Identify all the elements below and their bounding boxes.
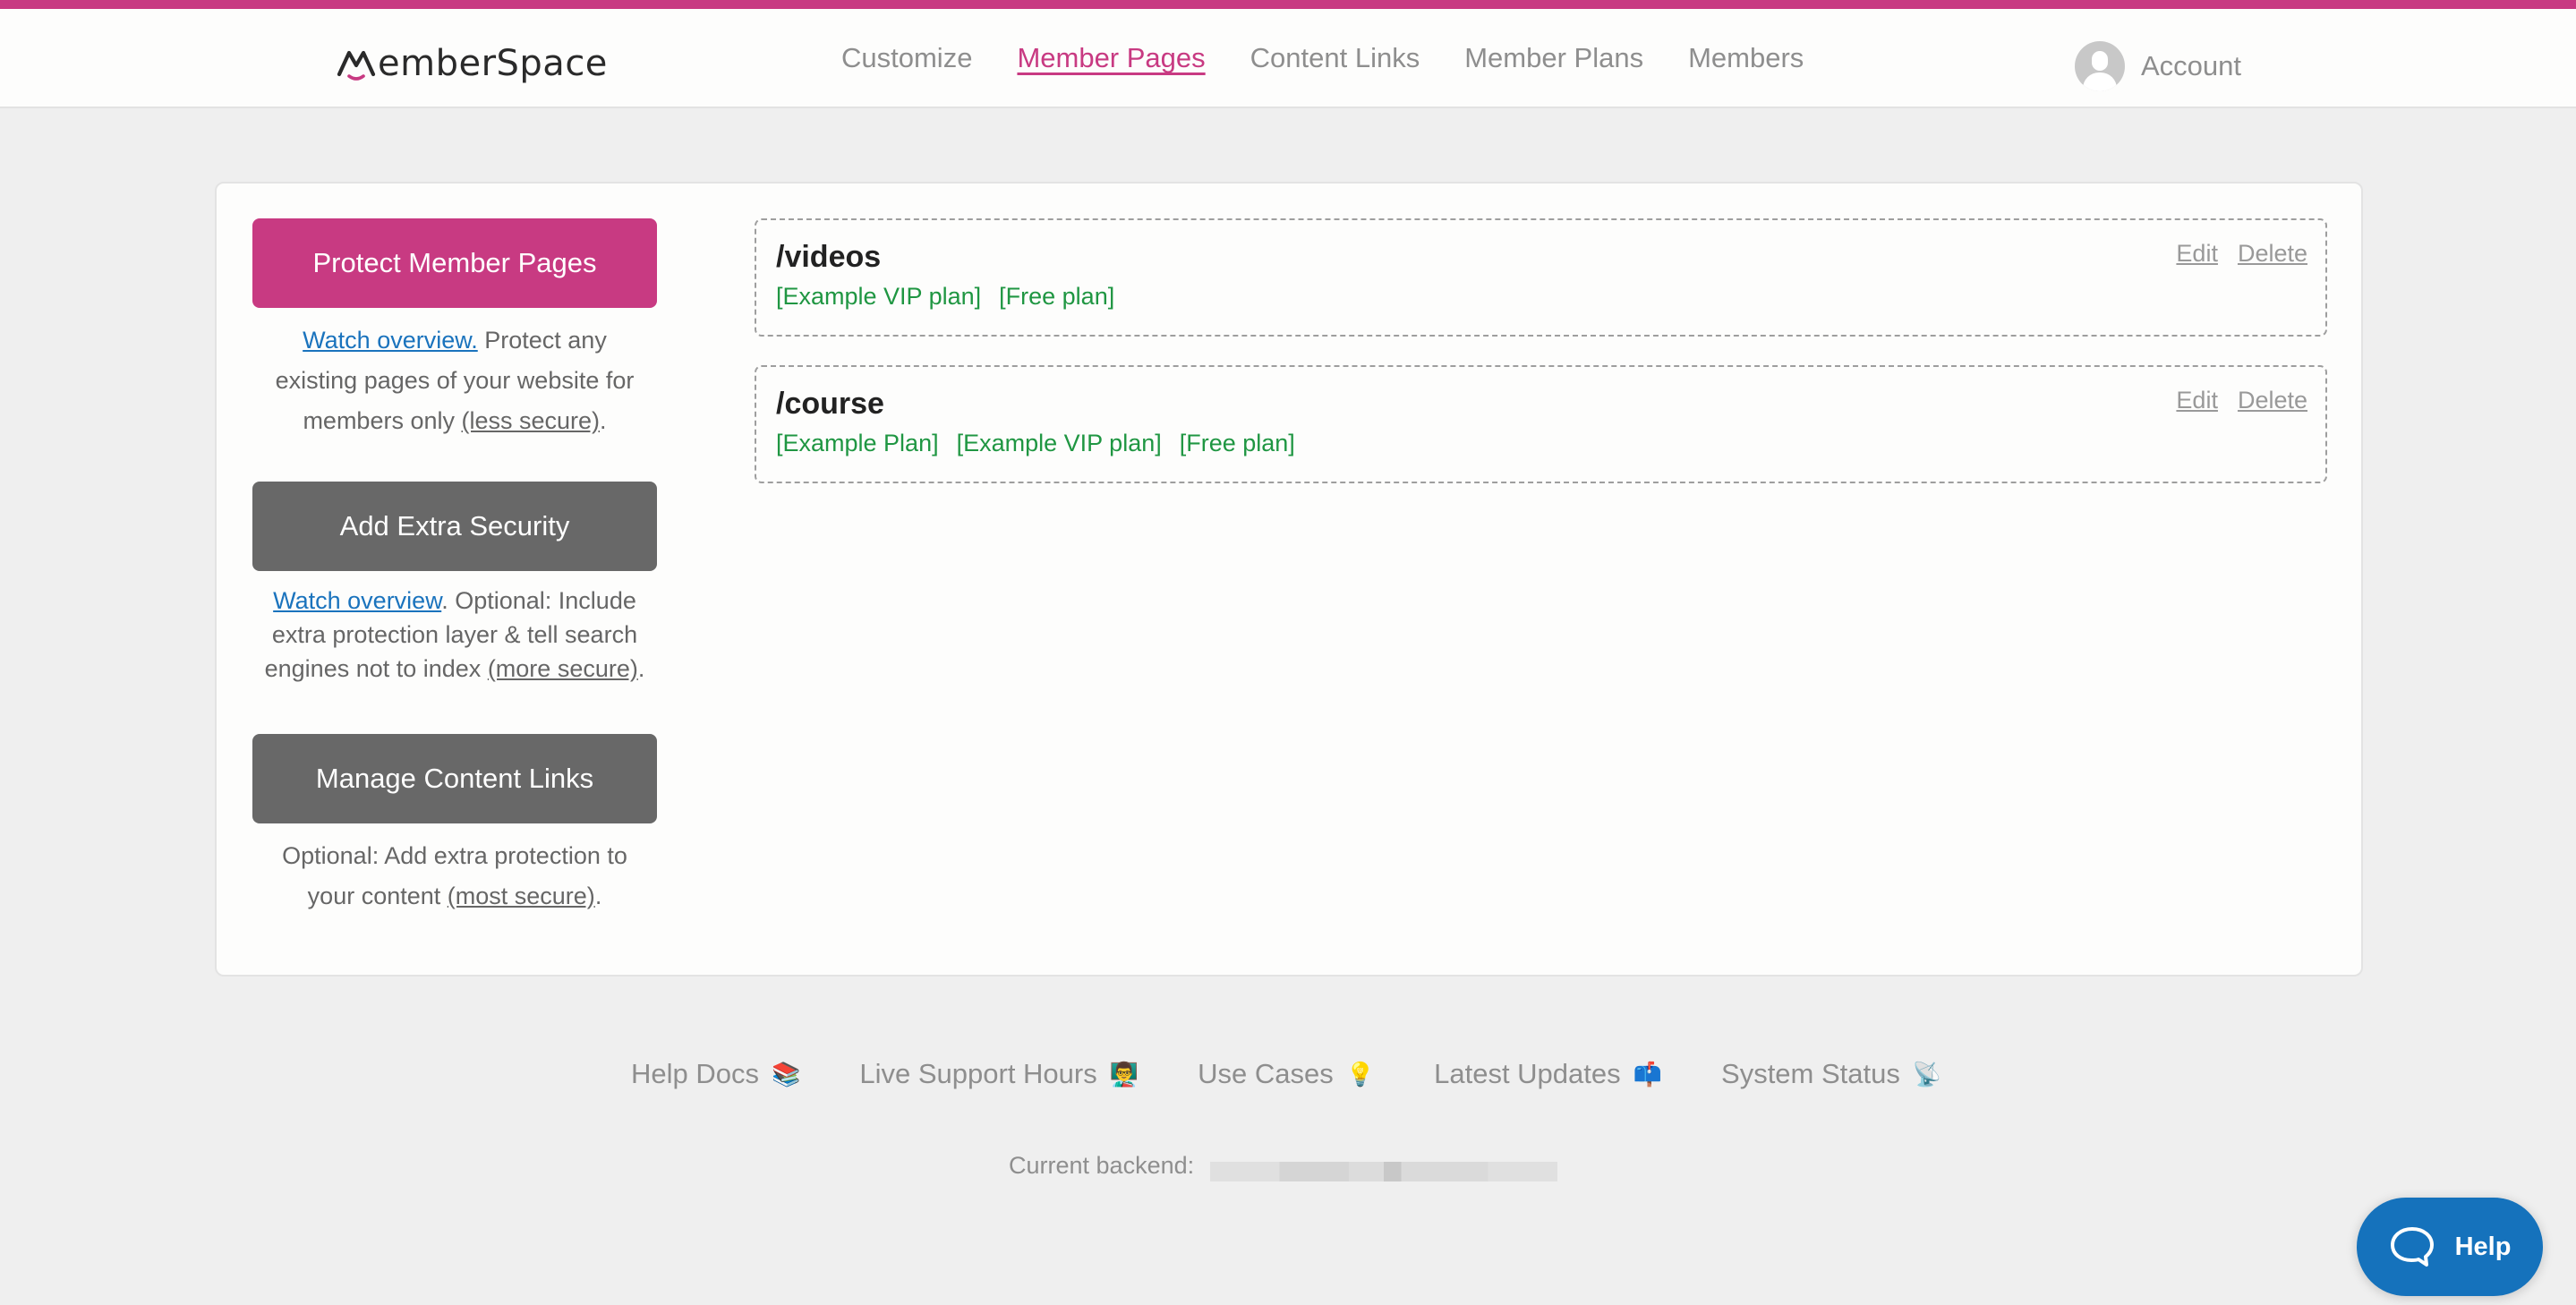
use-cases-link[interactable]: Use Cases 💡 (1198, 1058, 1375, 1090)
live-support-hours-link[interactable]: Live Support Hours 👨‍🏫 (859, 1058, 1139, 1090)
help-label: Help (2454, 1232, 2512, 1261)
plan-tags: [Example VIP plan] [Free plan] (776, 279, 2306, 313)
main-nav: Customize Member Pages Content Links Mem… (841, 38, 1804, 79)
protect-pages-block: Protect Member Pages Watch overview. Pro… (252, 218, 657, 441)
actions-column: Protect Member Pages Watch overview. Pro… (252, 218, 657, 909)
teacher-icon: 👨‍🏫 (1109, 1060, 1139, 1088)
content-links-description: Optional: Add extra protection to your c… (282, 842, 627, 909)
watch-overview-link[interactable]: Watch overview (273, 587, 441, 614)
edit-link[interactable]: Edit (2176, 240, 2218, 268)
logo-text: emberSpace (378, 43, 608, 84)
books-icon: 📚 (772, 1060, 801, 1088)
account-label: Account (2141, 50, 2242, 81)
mailbox-icon: 📫 (1633, 1060, 1663, 1088)
chat-bubble-icon (2390, 1227, 2434, 1267)
page-path: /course (776, 387, 884, 421)
satellite-dish-icon: 📡 (1912, 1060, 1942, 1088)
plan-tag: [Free plan] (999, 283, 1115, 310)
backend-value-redacted (1210, 1162, 1558, 1181)
member-pages-card: Protect Member Pages Watch overview. Pro… (215, 182, 2363, 977)
nav-member-plans[interactable]: Member Plans (1464, 38, 1643, 79)
manage-content-links-button[interactable]: Manage Content Links (252, 734, 657, 823)
current-backend: Current backend: (1009, 1149, 1558, 1181)
protected-page-entry: /course [Example Plan] [Example VIP plan… (755, 365, 2327, 483)
help-docs-link[interactable]: Help Docs 📚 (631, 1058, 800, 1090)
plan-tag: [Example VIP plan] (956, 430, 1162, 456)
header: emberSpace Customize Member Pages Conten… (0, 9, 2576, 108)
add-extra-security-button[interactable]: Add Extra Security (252, 482, 657, 571)
page-path: /videos (776, 240, 882, 274)
nav-customize[interactable]: Customize (841, 38, 972, 79)
delete-link[interactable]: Delete (2238, 240, 2307, 268)
user-avatar-icon (2075, 41, 2125, 91)
nav-members[interactable]: Members (1688, 38, 1804, 79)
entry-actions: Edit Delete (2176, 387, 2307, 414)
extra-security-block: Add Extra Security Watch overview. Optio… (252, 482, 657, 686)
edit-link[interactable]: Edit (2176, 387, 2218, 414)
plan-tag: [Free plan] (1179, 430, 1295, 456)
top-accent-bar (0, 0, 2576, 9)
account-menu[interactable]: Account (2075, 41, 2241, 91)
logo-mark-icon (337, 50, 376, 81)
nav-content-links[interactable]: Content Links (1250, 38, 1420, 79)
lightbulb-icon: 💡 (1345, 1060, 1376, 1088)
backend-label: Current backend: (1009, 1151, 1195, 1179)
most-secure-link[interactable]: (most secure) (448, 883, 595, 909)
more-secure-link[interactable]: (more secure) (488, 655, 638, 682)
entry-actions: Edit Delete (2176, 240, 2307, 268)
footer-links: Help Docs 📚 Live Support Hours 👨‍🏫 Use Cas… (631, 1058, 1941, 1090)
latest-updates-link[interactable]: Latest Updates 📫 (1434, 1058, 1662, 1090)
help-widget-button[interactable]: Help (2357, 1198, 2543, 1296)
system-status-link[interactable]: System Status 📡 (1721, 1058, 1941, 1090)
plan-tag: [Example Plan] (776, 430, 939, 456)
nav-member-pages[interactable]: Member Pages (1017, 38, 1205, 79)
plan-tag: [Example VIP plan] (776, 283, 982, 310)
protected-pages-list: /videos [Example VIP plan] [Free plan] E… (755, 218, 2327, 512)
less-secure-link[interactable]: (less secure) (462, 407, 601, 434)
watch-overview-link[interactable]: Watch overview. (303, 327, 478, 354)
content-links-block: Manage Content Links Optional: Add extra… (252, 734, 657, 917)
delete-link[interactable]: Delete (2238, 387, 2307, 414)
protect-member-pages-button[interactable]: Protect Member Pages (252, 218, 657, 308)
extra-security-description: Watch overview. Optional: Include extra … (264, 587, 645, 682)
plan-tags: [Example Plan] [Example VIP plan] [Free … (776, 426, 2306, 460)
memberspace-logo[interactable]: emberSpace (337, 41, 608, 86)
protected-page-entry: /videos [Example VIP plan] [Free plan] E… (755, 218, 2327, 337)
protect-pages-description: Watch overview. Protect any existing pag… (275, 327, 635, 434)
